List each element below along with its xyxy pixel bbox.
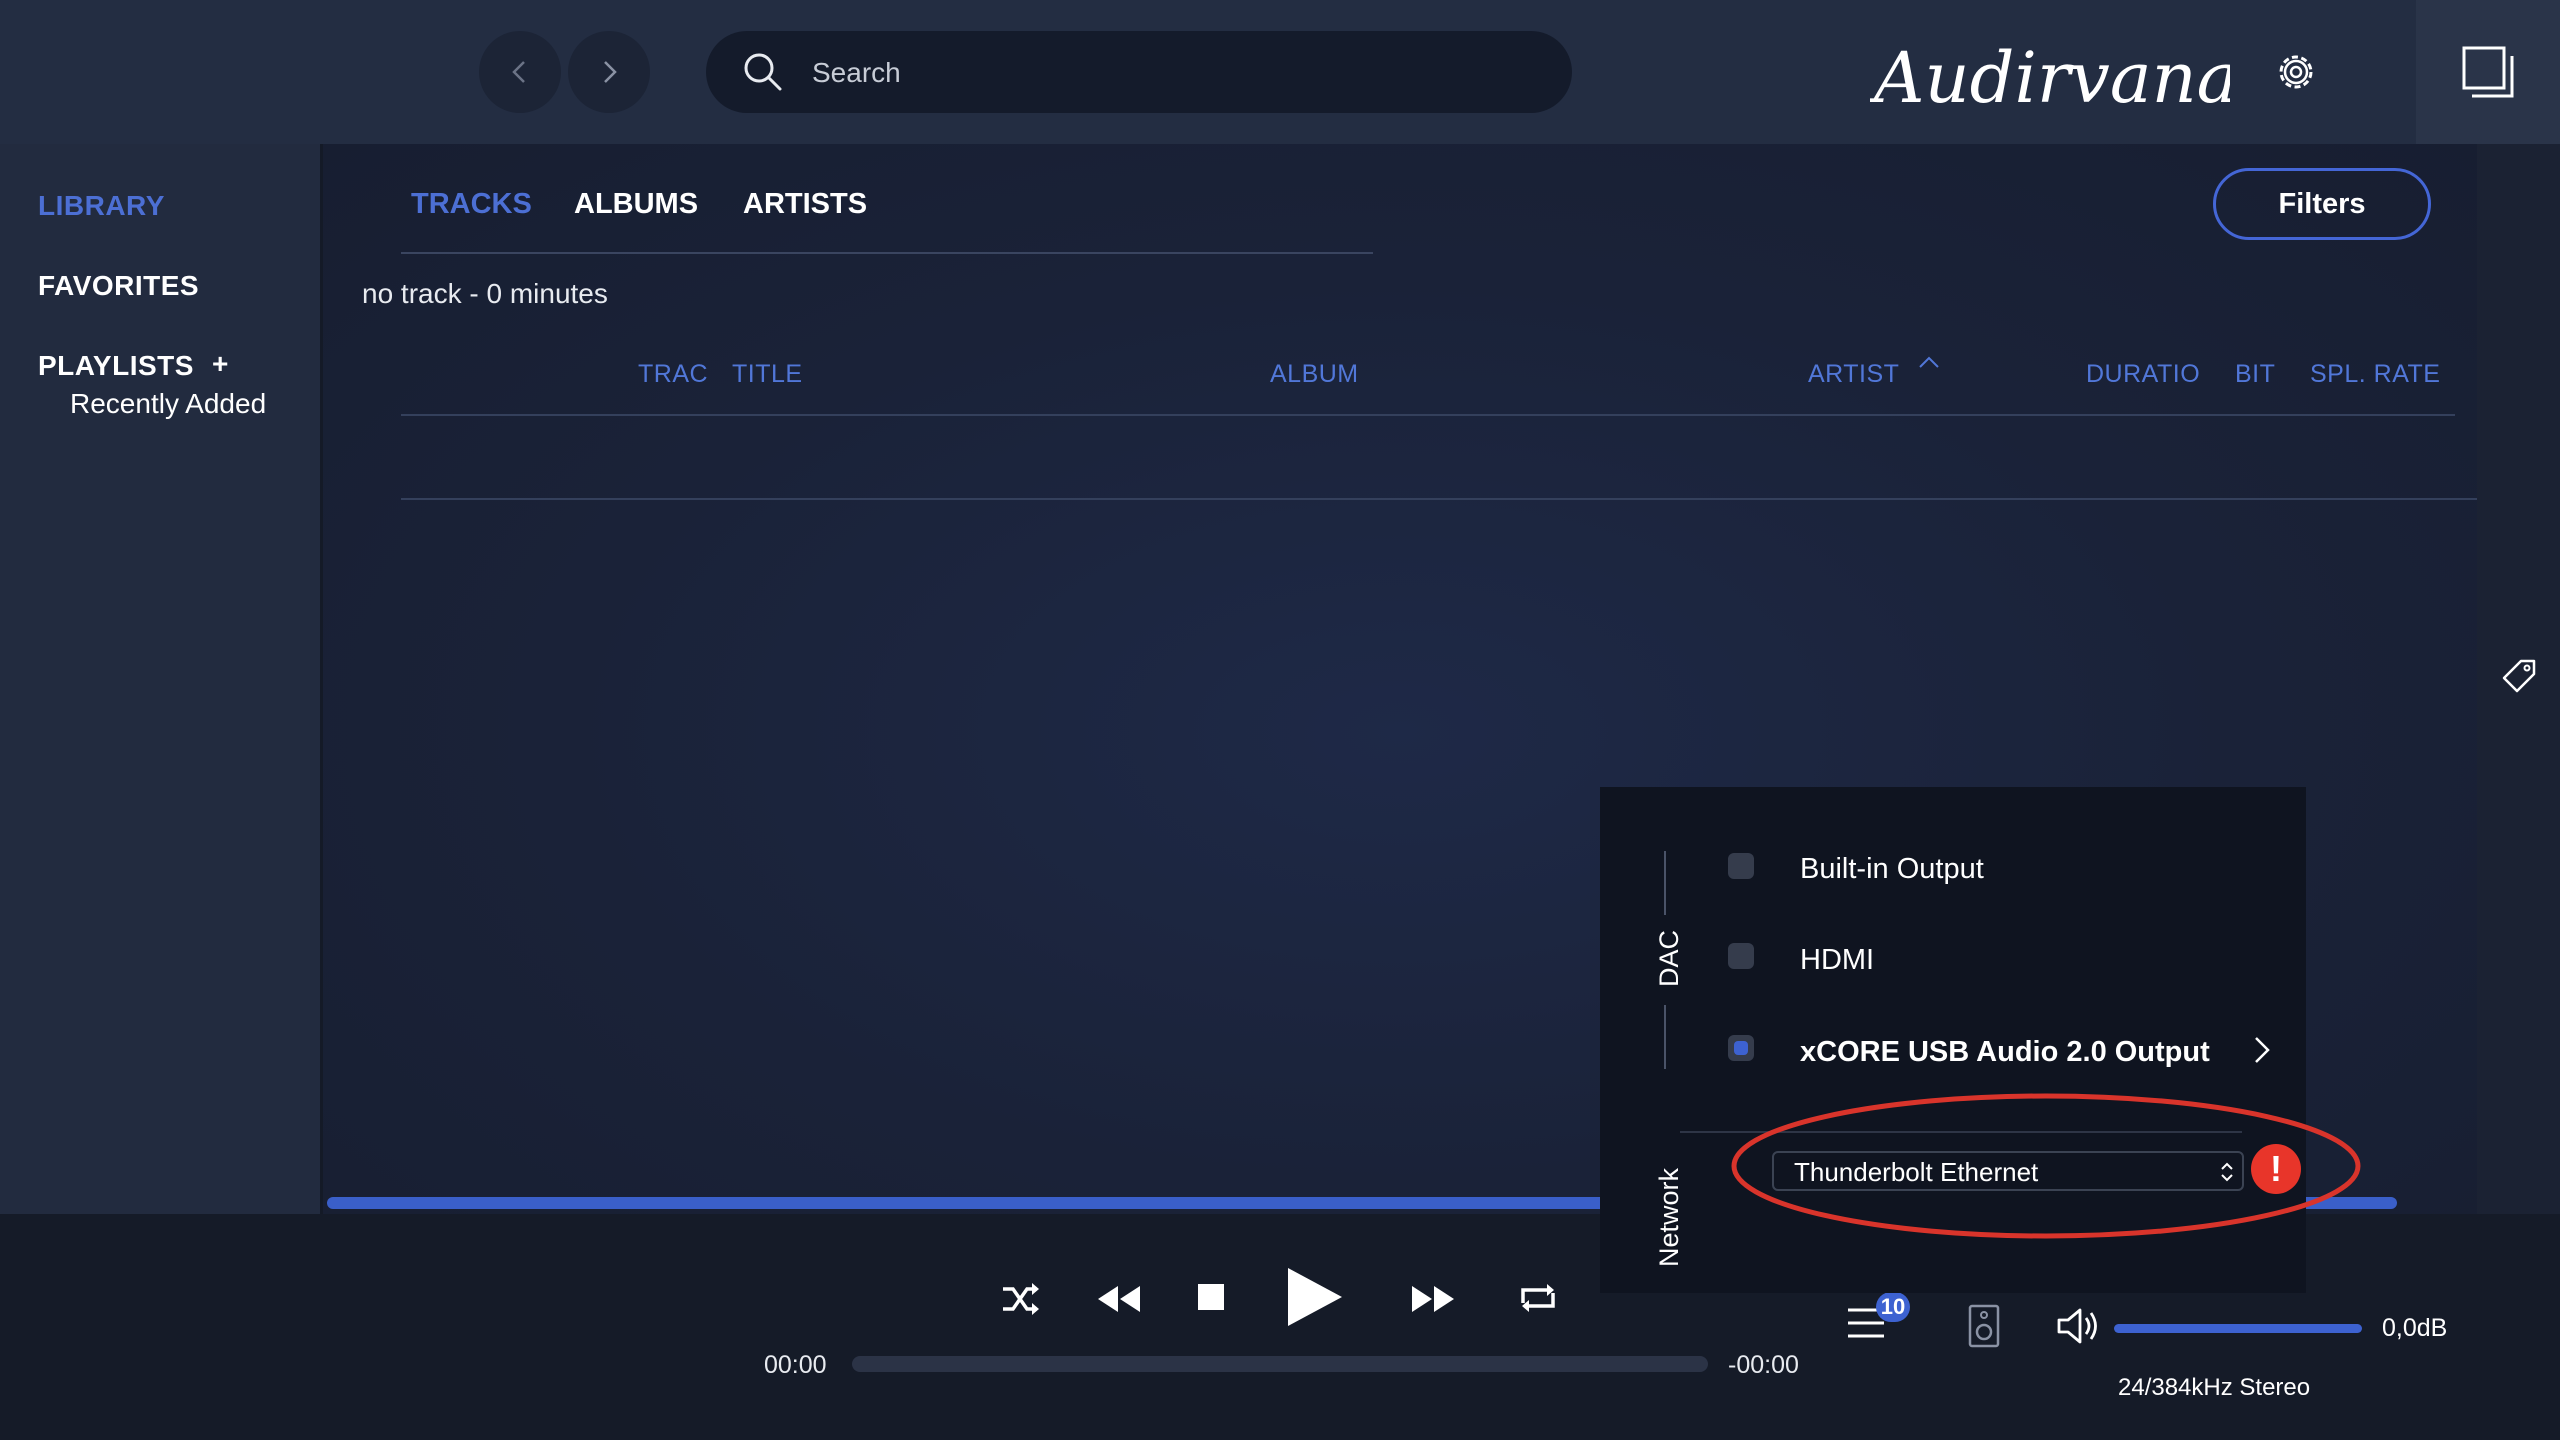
volume-icon[interactable] xyxy=(2056,1306,2102,1346)
playlist-item-recently-added[interactable]: Recently Added xyxy=(70,388,266,420)
window-toggle-button[interactable] xyxy=(2416,0,2560,144)
sidebar-item-library[interactable]: LIBRARY xyxy=(38,190,165,222)
tab-divider xyxy=(401,252,1373,254)
track-summary: no track - 0 minutes xyxy=(362,278,608,309)
device-checkbox-xcore[interactable] xyxy=(1728,1035,1754,1061)
audio-format: 24/384kHz Stereo xyxy=(2118,1374,2311,1401)
chevron-right-icon[interactable] xyxy=(2250,1035,2274,1065)
play-icon xyxy=(1288,1268,1342,1326)
chevron-left-icon xyxy=(512,61,525,83)
rewind-icon xyxy=(1098,1286,1140,1312)
shuffle-icon xyxy=(1003,1283,1039,1315)
stop-button[interactable] xyxy=(1198,1284,1224,1310)
column-header-duration[interactable]: DURATIO xyxy=(2086,360,2200,389)
audirvana-logo: Audirvana xyxy=(1870,37,2230,119)
column-header-sample-rate[interactable]: SPL. RATE xyxy=(2310,360,2440,389)
fast-forward-button[interactable] xyxy=(1408,1278,1458,1320)
dac-divider-bottom xyxy=(1664,1005,1666,1069)
gear-icon[interactable] xyxy=(2270,46,2322,98)
column-header-artist[interactable]: ARTIST xyxy=(1808,360,1899,389)
repeat-icon xyxy=(1521,1284,1555,1312)
queue-count-badge: 10 xyxy=(1876,1292,1910,1322)
right-panel-strip xyxy=(2477,144,2560,1214)
network-label: Network xyxy=(1654,1167,1684,1267)
filters-button[interactable]: Filters xyxy=(2213,168,2431,240)
device-hdmi[interactable]: HDMI xyxy=(1800,944,1874,977)
volume-slider[interactable] xyxy=(2114,1324,2362,1333)
search-placeholder: Search xyxy=(812,57,901,88)
forward-button[interactable] xyxy=(568,31,650,113)
column-header-track[interactable]: TRAC xyxy=(638,360,708,389)
column-header-bit[interactable]: BIT xyxy=(2235,360,2275,389)
selected-indicator xyxy=(1734,1041,1748,1055)
tag-icon[interactable] xyxy=(2499,656,2539,696)
window-toggle-icon xyxy=(2462,46,2514,98)
device-checkbox-hdmi[interactable] xyxy=(1728,943,1754,969)
back-button[interactable] xyxy=(479,31,561,113)
add-playlist-button[interactable]: + xyxy=(212,348,229,380)
volume-level: 0,0dB xyxy=(2382,1314,2448,1342)
repeat-button[interactable] xyxy=(1514,1276,1562,1320)
tab-albums[interactable]: ALBUMS xyxy=(574,188,698,221)
tab-artists[interactable]: ARTISTS xyxy=(743,188,867,221)
column-header-title[interactable]: TITLE xyxy=(732,360,803,389)
sidebar-item-favorites[interactable]: FAVORITES xyxy=(38,270,199,302)
rewind-button[interactable] xyxy=(1094,1278,1144,1320)
play-button[interactable] xyxy=(1284,1262,1346,1332)
top-bar: Search Audirvana xyxy=(0,0,2560,144)
tab-tracks[interactable]: TRACKS xyxy=(411,188,532,221)
sidebar: LIBRARY FAVORITES PLAYLISTS + Recently A… xyxy=(0,144,323,1214)
logo-text: Audirvana xyxy=(1870,37,2230,119)
device-xcore-usb[interactable]: xCORE USB Audio 2.0 Output xyxy=(1800,1036,2210,1069)
search-icon xyxy=(744,53,782,91)
chevron-right-icon xyxy=(604,61,617,83)
shuffle-button[interactable] xyxy=(996,1276,1046,1322)
highlight-ellipse xyxy=(1731,1093,2361,1239)
table-divider xyxy=(401,498,2477,500)
search-input[interactable]: Search xyxy=(706,31,1572,113)
device-checkbox-built-in[interactable] xyxy=(1728,853,1754,879)
elapsed-time: 00:00 xyxy=(764,1351,827,1379)
speaker-device-icon[interactable] xyxy=(1968,1304,2000,1348)
device-built-in-output[interactable]: Built-in Output xyxy=(1800,853,1984,886)
sidebar-item-playlists[interactable]: PLAYLISTS xyxy=(38,350,194,382)
fast-forward-icon xyxy=(1412,1286,1454,1312)
header-divider xyxy=(401,414,2455,416)
column-header-album[interactable]: ALBUM xyxy=(1270,360,1359,389)
dac-divider-top xyxy=(1664,851,1666,915)
sort-ascending-icon xyxy=(1919,356,1939,368)
remaining-time: -00:00 xyxy=(1728,1351,1799,1379)
playback-progress-bar[interactable] xyxy=(852,1356,1708,1372)
dac-label: DAC xyxy=(1654,929,1684,987)
